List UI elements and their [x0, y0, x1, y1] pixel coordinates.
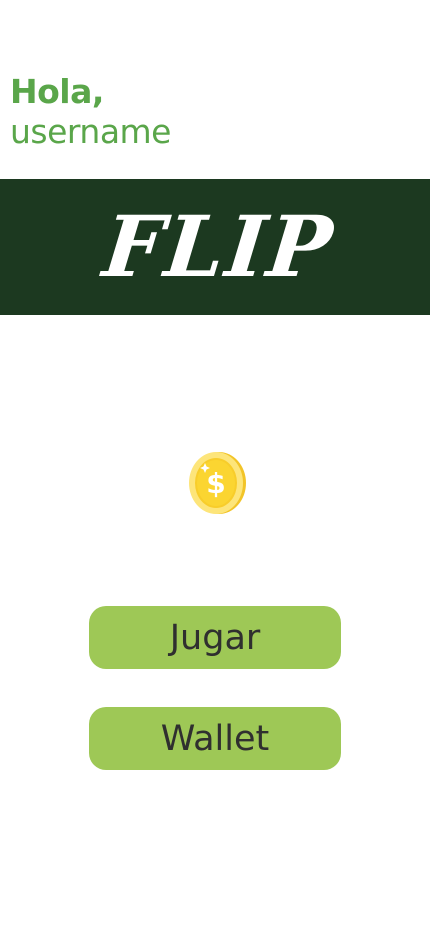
coin-icon-svg: $ [189, 452, 246, 514]
play-button[interactable]: Jugar [89, 606, 341, 669]
greeting-username: username [10, 111, 171, 151]
greeting: Hola, username [10, 72, 171, 151]
title-banner: FLIP [0, 179, 430, 315]
greeting-hello: Hola, [10, 72, 104, 111]
coin-symbol: $ [206, 467, 225, 500]
coin-icon: $ [186, 450, 248, 516]
wallet-button[interactable]: Wallet [89, 707, 341, 770]
banner-title: FLIP [99, 197, 339, 296]
